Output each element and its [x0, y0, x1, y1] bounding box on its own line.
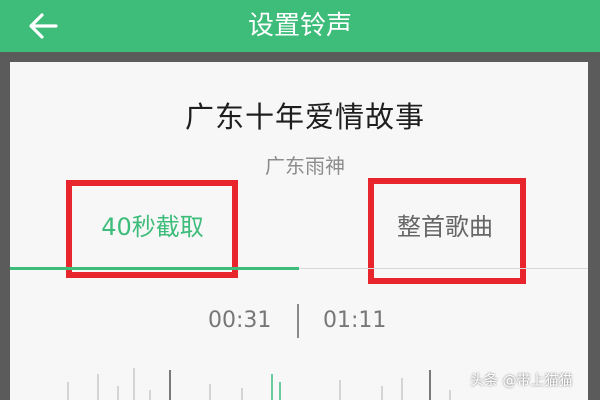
- tab-full-song[interactable]: 整首歌曲: [370, 198, 520, 256]
- clip-start-time: 00:31: [208, 308, 272, 333]
- page-title: 设置铃声: [247, 11, 352, 41]
- song-artist: 广东雨神: [265, 154, 345, 178]
- tab-active-indicator: [10, 267, 299, 270]
- watermark: 头条 @带上猫猫: [470, 373, 573, 389]
- clip-end-time: 01:11: [323, 308, 387, 333]
- tab-40s-clip[interactable]: 40秒截取: [70, 198, 235, 256]
- song-title: 广东十年爱情故事: [184, 100, 425, 134]
- top-bar: 设置铃声: [0, 0, 600, 52]
- time-divider: [297, 304, 299, 338]
